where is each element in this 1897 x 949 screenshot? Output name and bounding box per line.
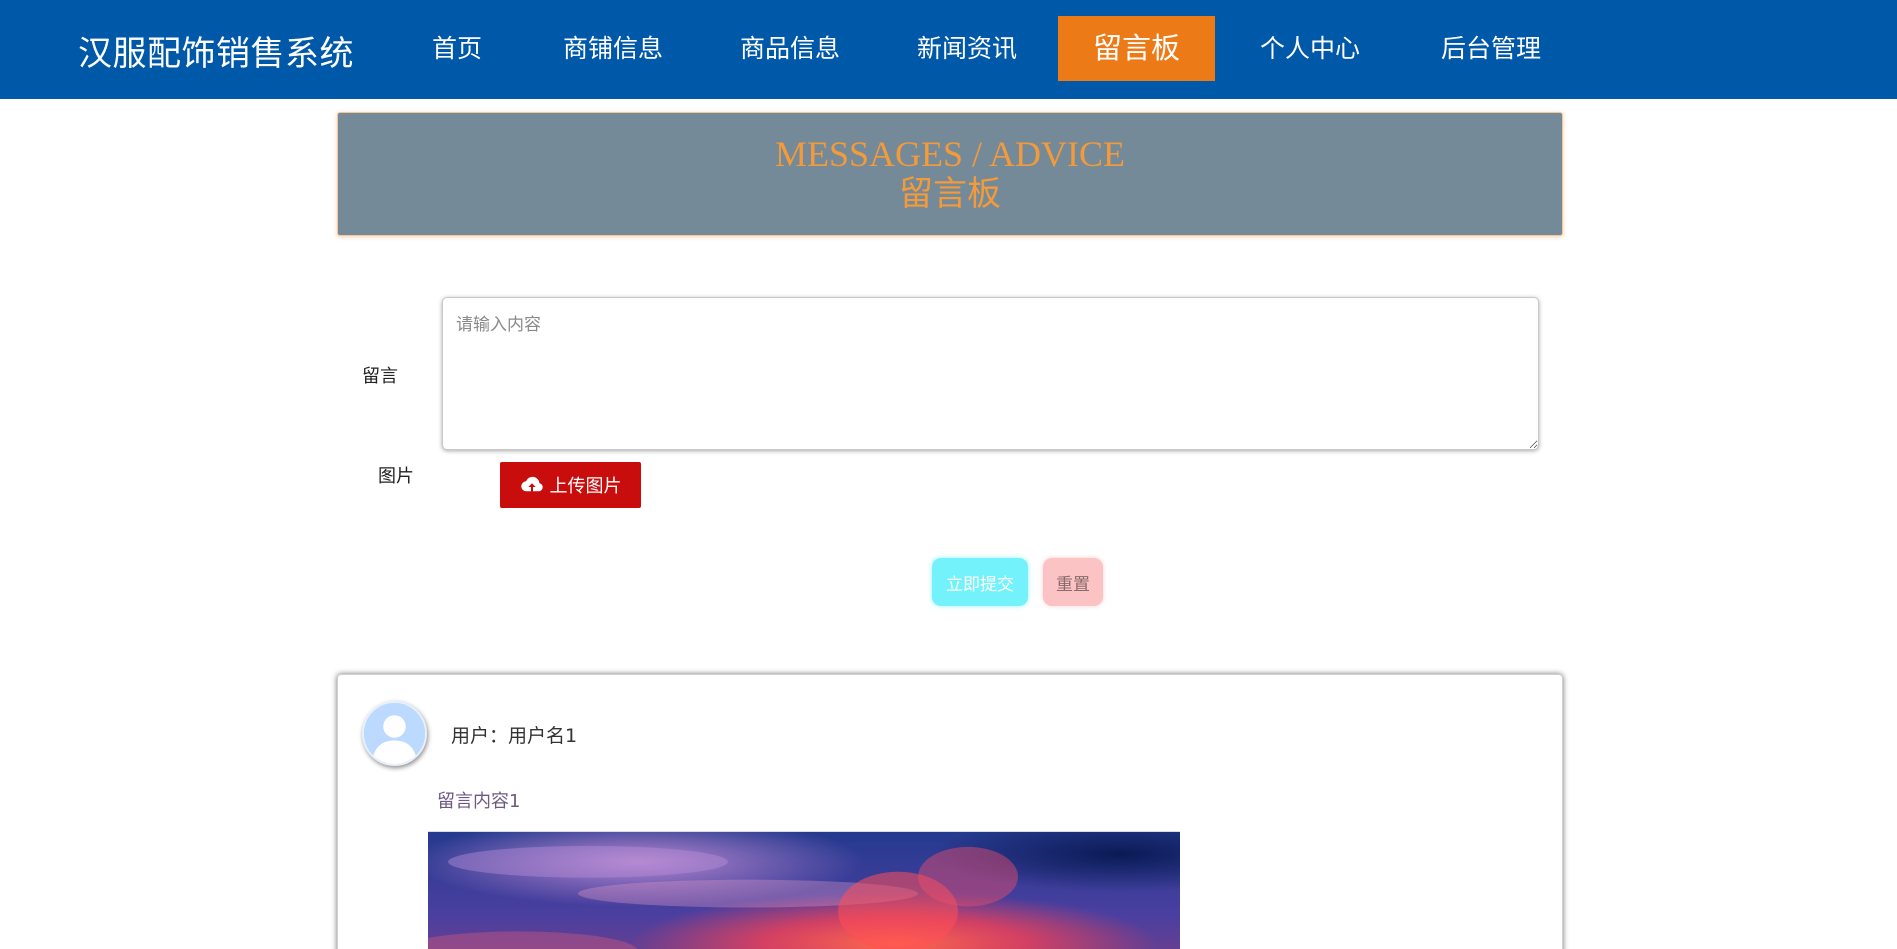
cloud-upload-icon xyxy=(520,476,543,492)
message-input[interactable] xyxy=(442,297,1539,450)
upload-image-button[interactable]: 上传图片 xyxy=(500,462,641,508)
message-card: 用户：用户名1 留言内容1 xyxy=(337,674,1563,949)
nav-item-home[interactable]: 首页 xyxy=(404,16,510,81)
site-brand[interactable]: 汉服配饰销售系统 xyxy=(78,26,354,75)
nav-item-shops[interactable]: 商铺信息 xyxy=(547,16,679,81)
page-title-cn: 留言板 xyxy=(899,176,1001,213)
image-label: 图片 xyxy=(378,466,414,487)
user-avatar-icon xyxy=(362,701,427,766)
nav-item-message-board[interactable]: 留言板 xyxy=(1058,16,1215,81)
nav-item-products[interactable]: 商品信息 xyxy=(724,16,856,81)
message-user: 用户：用户名1 xyxy=(451,725,578,747)
message-content: 留言内容1 xyxy=(437,791,521,812)
message-label: 留言 xyxy=(362,366,398,387)
message-image xyxy=(428,831,1180,949)
page-title-en: MESSAGES / ADVICE xyxy=(774,134,1126,174)
upload-image-label: 上传图片 xyxy=(549,476,622,497)
nav-item-admin[interactable]: 后台管理 xyxy=(1425,16,1557,81)
nav-item-personal-center[interactable]: 个人中心 xyxy=(1244,16,1376,81)
reset-button[interactable]: 重置 xyxy=(1043,558,1103,606)
nav-item-news[interactable]: 新闻资讯 xyxy=(901,16,1033,81)
page-title-banner: MESSAGES / ADVICE 留言板 xyxy=(337,112,1563,236)
top-navigation-bar: 汉服配饰销售系统 首页 商铺信息 商品信息 新闻资讯 留言板 个人中心 后台管理 xyxy=(0,0,1897,99)
submit-button[interactable]: 立即提交 xyxy=(932,558,1028,606)
